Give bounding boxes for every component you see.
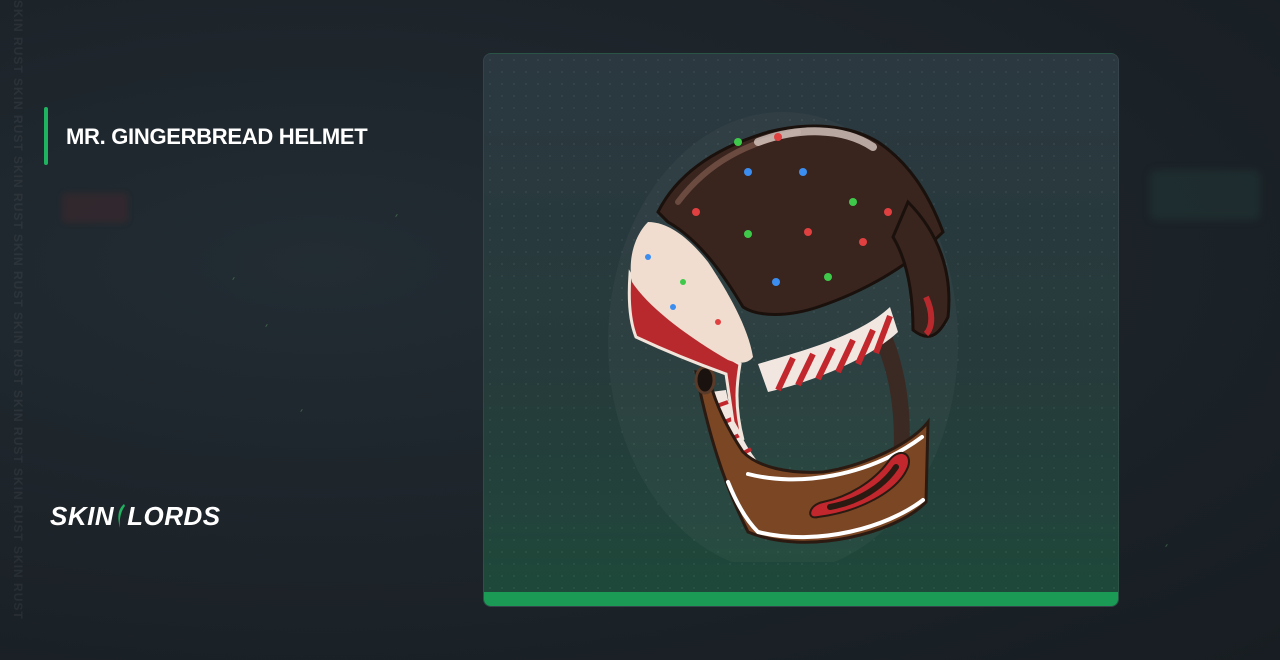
title-accent-bar [44, 107, 48, 165]
background-speck [232, 276, 235, 281]
blurred-panel [1150, 170, 1260, 220]
watermark-text: SKIN RUST SKIN RUST SKIN RUST SKIN RUST … [11, 0, 25, 620]
gingerbread-helmet-image [627, 124, 951, 544]
brand-name-right: LORDS [127, 500, 221, 531]
item-title: MR. GINGERBREAD HELMET [66, 124, 368, 149]
background-speck [1165, 543, 1168, 548]
brand-logo: SKIN LORDS [50, 500, 221, 532]
screen: SKIN RUST SKIN RUST SKIN RUST SKIN RUST … [0, 0, 1280, 660]
item-image-card [483, 53, 1119, 607]
background-speck [265, 323, 268, 328]
brand-name-left: SKIN [50, 500, 115, 531]
background-speck [300, 408, 303, 413]
leaf-slash-icon [116, 503, 126, 529]
background-speck [395, 213, 398, 218]
blurred-tag [62, 193, 128, 223]
card-bottom-accent [484, 592, 1118, 606]
